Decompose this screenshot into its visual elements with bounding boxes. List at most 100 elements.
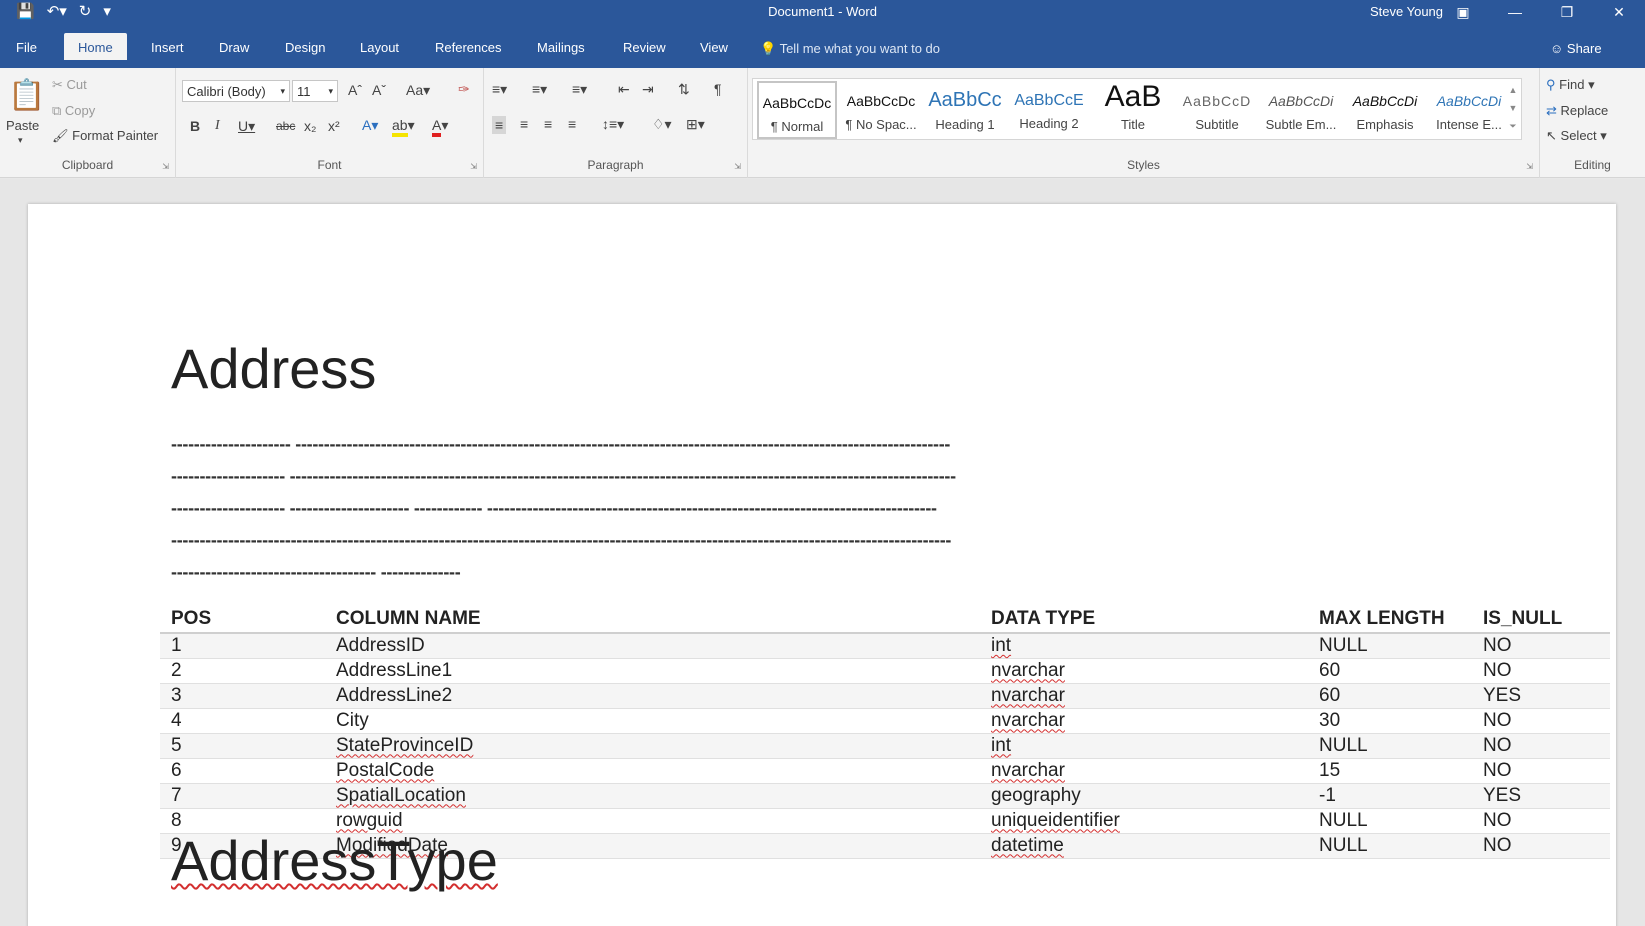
editing-group-label: Editing bbox=[1574, 158, 1611, 172]
styles-launcher-icon[interactable]: ⇲ bbox=[1526, 162, 1533, 171]
paste-dropdown-icon[interactable]: ▾ bbox=[18, 135, 23, 146]
format-painter-button[interactable]: 🖌 Format Painter bbox=[52, 128, 158, 144]
style-sample: AaBbCcE bbox=[1014, 92, 1084, 109]
style-name: ¶ No Spac... bbox=[845, 117, 917, 132]
replace-button[interactable]: ⇄ Replace bbox=[1546, 103, 1608, 119]
tab-insert[interactable]: Insert bbox=[137, 33, 198, 60]
decrease-indent-icon[interactable]: ⇤ bbox=[618, 81, 630, 98]
close-icon[interactable]: ✕ bbox=[1593, 0, 1645, 25]
style-subtitle[interactable]: AaBbCcD Subtitle bbox=[1177, 81, 1257, 139]
replace-icon: ⇄ bbox=[1546, 103, 1557, 118]
gallery-more-icon[interactable]: ⏷ bbox=[1507, 117, 1519, 135]
font-launcher-icon[interactable]: ⇲ bbox=[470, 162, 477, 171]
font-color-icon[interactable]: A▾ bbox=[432, 117, 448, 137]
clipboard-launcher-icon[interactable]: ⇲ bbox=[162, 162, 169, 171]
scroll-down-icon[interactable]: ▼ bbox=[1507, 99, 1519, 117]
bold-icon[interactable]: B bbox=[190, 118, 200, 134]
paste-button[interactable]: Paste bbox=[6, 118, 39, 133]
numbering-icon[interactable]: ≡▾ bbox=[532, 81, 547, 98]
shrink-font-icon[interactable]: Aˇ bbox=[372, 82, 386, 98]
underline-icon[interactable]: U▾ bbox=[238, 118, 255, 135]
ribbon-home: 📋 Paste ▾ ✂ Cut ⧉ Copy 🖌 Format Painter … bbox=[0, 68, 1645, 178]
gallery-scroll: ▲ ▼ ⏷ bbox=[1507, 81, 1519, 135]
clipboard-group-label: Clipboard bbox=[61, 158, 114, 172]
style-title[interactable]: AaB Title bbox=[1093, 81, 1173, 139]
tab-file[interactable]: File bbox=[2, 33, 51, 60]
highlight-color-icon[interactable]: ab▾ bbox=[392, 117, 415, 137]
change-case-button[interactable]: Aa▾ bbox=[406, 82, 430, 99]
styles-group-label: Styles bbox=[1127, 158, 1160, 172]
tab-references[interactable]: References bbox=[421, 33, 515, 60]
tab-layout[interactable]: Layout bbox=[346, 33, 413, 60]
user-name[interactable]: Steve Young bbox=[1370, 4, 1443, 19]
copy-button[interactable]: ⧉ Copy bbox=[52, 103, 95, 119]
cell-column-name: StateProvinceID bbox=[325, 733, 980, 759]
font-name-select[interactable]: Calibri (Body) ▾ bbox=[182, 80, 290, 102]
style-emphasis[interactable]: AaBbCcDi Emphasis bbox=[1345, 81, 1425, 139]
select-button[interactable]: ↖ Select ▾ bbox=[1546, 128, 1607, 144]
tell-me-search[interactable]: 💡 Tell me what you want to do bbox=[760, 41, 940, 57]
style-normal[interactable]: AaBbCcDc ¶ Normal bbox=[757, 81, 837, 139]
cell-max-length: NULL bbox=[1308, 733, 1472, 759]
increase-indent-icon[interactable]: ⇥ bbox=[642, 81, 654, 98]
select-icon: ↖ bbox=[1546, 128, 1557, 143]
clear-formatting-icon[interactable]: ✑ bbox=[458, 81, 470, 98]
font-name-value: Calibri (Body) bbox=[187, 84, 266, 99]
subscript-icon[interactable]: x₂ bbox=[304, 118, 316, 134]
paragraph-group: ≡▾ ≡▾ ≡▾ ⇤ ⇥ ⇅ ¶ ≡ ≡ ≡ ≡ ↕≡▾ ♢▾ ⊞▾ Parag… bbox=[484, 68, 748, 178]
styles-gallery: AaBbCcDc ¶ Normal AaBbCcDc ¶ No Spac... … bbox=[752, 78, 1522, 140]
justify-icon[interactable]: ≡ bbox=[568, 116, 576, 132]
lightbulb-icon: 💡 bbox=[760, 41, 777, 56]
style-heading-2[interactable]: AaBbCcE Heading 2 bbox=[1009, 81, 1089, 139]
tab-review[interactable]: Review bbox=[609, 33, 680, 60]
cell-pos: 6 bbox=[160, 758, 325, 784]
shading-icon[interactable]: ♢▾ bbox=[652, 116, 672, 133]
italic-icon[interactable]: I bbox=[215, 118, 220, 134]
style-name: Intense E... bbox=[1436, 117, 1502, 132]
find-label: Find bbox=[1559, 77, 1585, 92]
borders-icon[interactable]: ⊞▾ bbox=[686, 116, 705, 133]
cut-button[interactable]: ✂ Cut bbox=[52, 77, 87, 93]
align-right-icon[interactable]: ≡ bbox=[544, 116, 552, 132]
heading-address: Address bbox=[171, 337, 377, 400]
font-size-value: 11 bbox=[297, 84, 311, 99]
paste-icon[interactable]: 📋 bbox=[8, 78, 45, 113]
find-button[interactable]: ⚲ Find ▾ bbox=[1546, 77, 1595, 93]
document-page[interactable]: Address --------------------- ----------… bbox=[28, 204, 1616, 926]
style-no-spacing[interactable]: AaBbCcDc ¶ No Spac... bbox=[841, 81, 921, 139]
paragraph-launcher-icon[interactable]: ⇲ bbox=[734, 162, 741, 171]
style-sample: AaBbCc bbox=[928, 89, 1002, 111]
grow-font-icon[interactable]: Aˆ bbox=[348, 82, 362, 98]
tab-home[interactable]: Home bbox=[64, 33, 127, 60]
cell-pos: 2 bbox=[160, 658, 325, 684]
text-effects-icon[interactable]: A▾ bbox=[362, 117, 378, 134]
window-controls: ▣ — ❐ ✕ bbox=[1437, 0, 1645, 25]
tab-design[interactable]: Design bbox=[271, 33, 339, 60]
cell-data-type: nvarchar bbox=[980, 758, 1308, 784]
restore-icon[interactable]: ❐ bbox=[1541, 0, 1593, 25]
superscript-icon[interactable]: x² bbox=[328, 118, 340, 134]
align-left-icon[interactable]: ≡ bbox=[492, 116, 507, 134]
cell-data-type: datetime bbox=[980, 833, 1308, 859]
align-center-icon[interactable]: ≡ bbox=[520, 116, 528, 132]
style-intense-emphasis[interactable]: AaBbCcDi Intense E... bbox=[1429, 81, 1509, 139]
multilevel-list-icon[interactable]: ≡▾ bbox=[572, 81, 587, 98]
style-heading-1[interactable]: AaBbCc Heading 1 bbox=[925, 81, 1005, 139]
style-name: Title bbox=[1120, 117, 1146, 132]
strikethrough-icon[interactable]: abc bbox=[276, 119, 295, 133]
scroll-up-icon[interactable]: ▲ bbox=[1507, 81, 1519, 99]
style-subtle-emphasis[interactable]: AaBbCcDi Subtle Em... bbox=[1261, 81, 1341, 139]
minimize-icon[interactable]: — bbox=[1489, 0, 1541, 25]
share-button[interactable]: ☺ Share bbox=[1550, 41, 1602, 56]
ribbon-display-options-icon[interactable]: ▣ bbox=[1437, 0, 1489, 25]
cell-is-null: NO bbox=[1472, 808, 1610, 834]
tab-draw[interactable]: Draw bbox=[205, 33, 263, 60]
font-size-select[interactable]: 11 ▾ bbox=[292, 80, 338, 102]
tab-mailings[interactable]: Mailings bbox=[523, 33, 599, 60]
bullets-icon[interactable]: ≡▾ bbox=[492, 81, 507, 98]
tab-view[interactable]: View bbox=[686, 33, 742, 60]
line-spacing-icon[interactable]: ↕≡▾ bbox=[602, 116, 624, 133]
header-is-null: IS_NULL bbox=[1472, 606, 1610, 634]
sort-icon[interactable]: ⇅ bbox=[678, 81, 690, 98]
show-formatting-marks-icon[interactable]: ¶ bbox=[714, 81, 722, 97]
